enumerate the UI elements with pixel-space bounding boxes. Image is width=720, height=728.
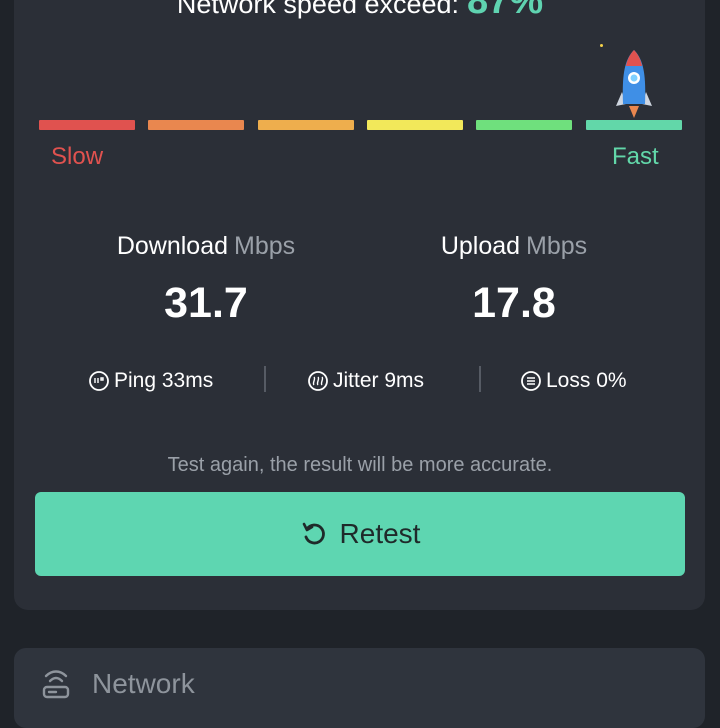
scale-segment-5 bbox=[476, 120, 572, 130]
spark-dot bbox=[600, 44, 603, 47]
download-label: Download bbox=[116, 232, 229, 260]
slow-label: Slow bbox=[51, 143, 104, 170]
loss-stat: Loss 0% bbox=[520, 366, 627, 396]
ping-stat: Ping 33ms bbox=[88, 366, 213, 396]
scale-segment-1 bbox=[39, 120, 135, 130]
upload-value: 17.8 bbox=[472, 279, 556, 327]
loss-text: Loss 0% bbox=[546, 369, 627, 392]
ping-icon bbox=[89, 371, 109, 391]
scale-segment-2 bbox=[148, 120, 244, 130]
ping-text: Ping 33ms bbox=[114, 369, 214, 392]
upload-label: Upload bbox=[440, 232, 521, 260]
router-icon bbox=[42, 670, 70, 699]
scale-segment-4 bbox=[367, 120, 463, 130]
upload-unit: Mbps bbox=[526, 232, 588, 260]
upload-metric: Upload Mbps 17.8 bbox=[384, 232, 644, 328]
loss-icon bbox=[521, 371, 541, 391]
jitter-text: Jitter 9ms bbox=[333, 369, 425, 392]
retest-hint: Test again, the result will be more accu… bbox=[167, 454, 553, 476]
download-metric: Download Mbps 31.7 bbox=[76, 232, 336, 328]
network-section[interactable]: Network bbox=[14, 648, 705, 728]
jitter-stat: Jitter 9ms bbox=[307, 366, 424, 396]
upload-title: Upload Mbps bbox=[384, 232, 644, 261]
network-label: Network bbox=[92, 668, 195, 699]
scale-segment-3 bbox=[258, 120, 354, 130]
speed-scale: Slow Fast bbox=[0, 0, 720, 200]
stat-divider-1 bbox=[264, 366, 266, 392]
download-title: Download Mbps bbox=[76, 232, 336, 261]
rocket-icon bbox=[616, 50, 652, 118]
download-unit: Mbps bbox=[234, 232, 296, 260]
download-value: 31.7 bbox=[164, 279, 248, 327]
fast-label: Fast bbox=[612, 143, 659, 170]
retest-button[interactable]: Retest bbox=[35, 492, 685, 576]
scale-segment-6 bbox=[586, 120, 682, 130]
jitter-icon bbox=[308, 371, 328, 391]
refresh-icon bbox=[302, 522, 325, 545]
retest-label: Retest bbox=[339, 518, 421, 549]
stat-divider-2 bbox=[479, 366, 481, 392]
